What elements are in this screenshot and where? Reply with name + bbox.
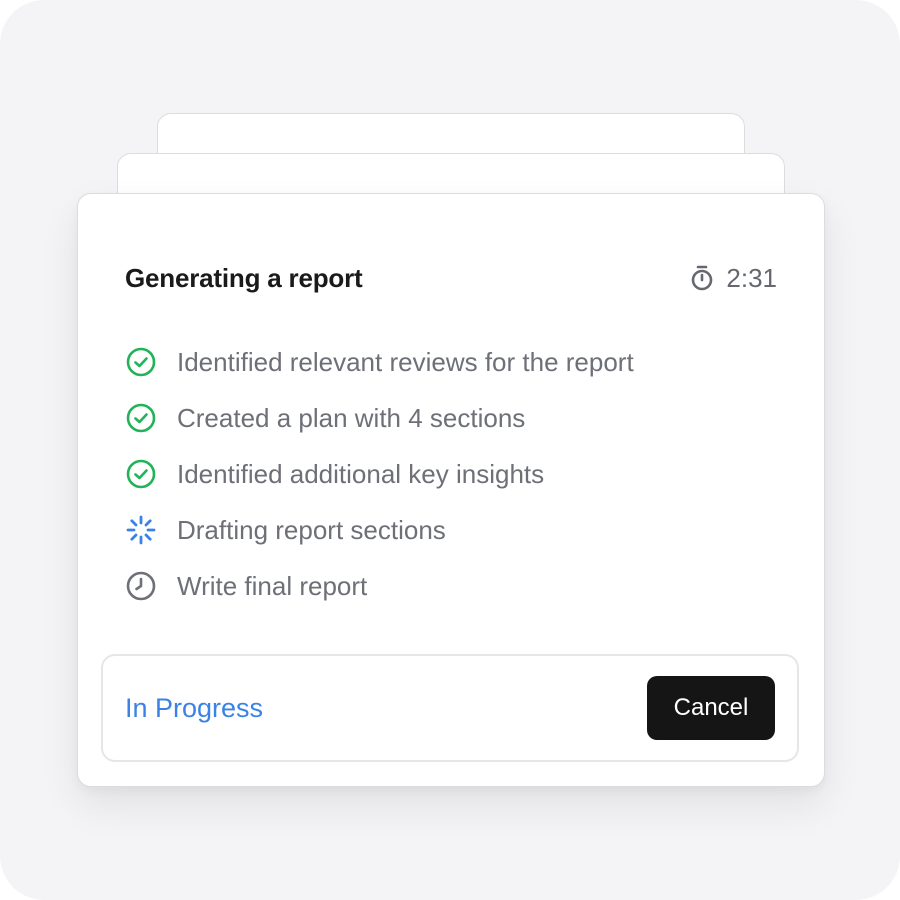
stopwatch-icon [690, 265, 714, 291]
report-progress-card: Generating a report 2:31 Identified rele… [77, 193, 825, 787]
check-circle-icon [125, 402, 157, 434]
step-item: Write final report [125, 558, 634, 614]
step-item: Drafting report sections [125, 502, 634, 558]
canvas-background: Generating a report 2:31 Identified rele… [0, 0, 900, 900]
card-footer: In Progress Cancel [101, 654, 799, 762]
check-circle-icon [125, 458, 157, 490]
step-item: Identified additional key insights [125, 446, 634, 502]
step-label: Identified additional key insights [177, 458, 545, 489]
step-list: Identified relevant reviews for the repo… [125, 334, 634, 614]
timer-value: 2:31 [726, 262, 777, 293]
step-item: Created a plan with 4 sections [125, 390, 634, 446]
step-label: Drafting report sections [177, 514, 446, 545]
step-label: Identified relevant reviews for the repo… [177, 346, 634, 377]
card-title: Generating a report [125, 262, 363, 293]
elapsed-timer: 2:31 [690, 263, 777, 294]
step-item: Identified relevant reviews for the repo… [125, 334, 634, 390]
status-label: In Progress [125, 692, 264, 723]
cancel-button[interactable]: Cancel [647, 676, 775, 740]
card-header: Generating a report 2:31 [125, 260, 777, 296]
step-label: Created a plan with 4 sections [177, 402, 526, 433]
spinner-icon [125, 514, 157, 546]
step-label: Write final report [177, 570, 368, 601]
check-circle-icon [125, 346, 157, 378]
clock-icon [125, 570, 157, 602]
